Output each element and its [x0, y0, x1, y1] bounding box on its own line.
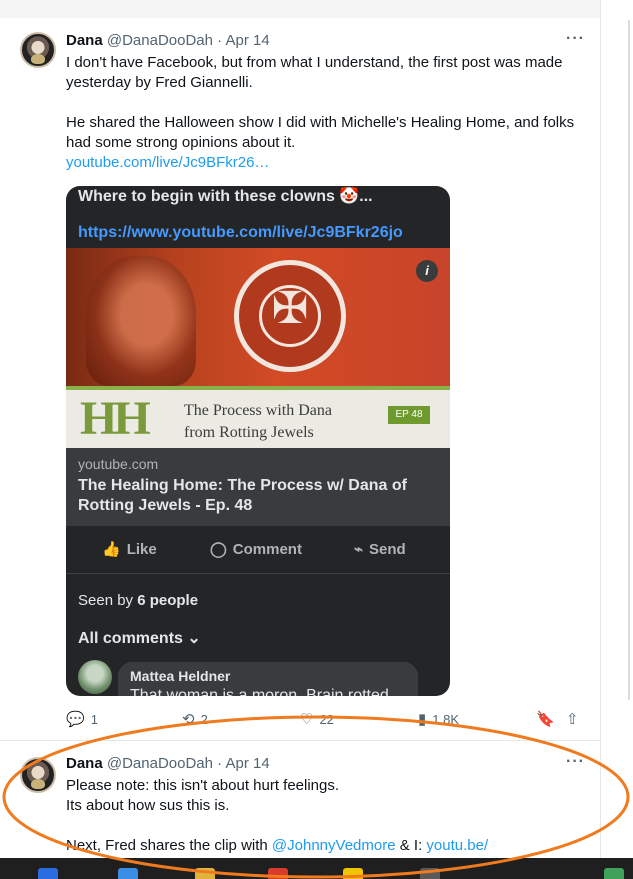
episode-badge: EP 48 [388, 406, 430, 424]
like-button[interactable]: ♡ 22 [300, 710, 334, 728]
fb-post-link: https://www.youtube.com/live/Jc9BFkr26jo [78, 224, 403, 241]
info-icon: i [416, 260, 438, 282]
seen-prefix: Seen by [78, 592, 138, 609]
author-handle[interactable]: @DanaDooDah [107, 32, 213, 49]
views-button[interactable]: ▮ 1.8K [418, 710, 459, 728]
episode-banner-title: The Process with Dana from Rotting Jewel… [184, 400, 332, 444]
taskbar-app-icon[interactable] [118, 868, 138, 879]
reply-button[interactable]: 💬 1 [66, 710, 98, 728]
commenter-name: Mattea Heldner [130, 668, 231, 684]
fb-post-caption: Where to begin with these clowns 🤡... [78, 188, 373, 205]
link-domain: youtube.com [78, 456, 159, 472]
fb-like-button: 👍 Like [102, 540, 157, 558]
fb-comment: Mattea Heldner That woman is a moron. Br… [118, 662, 418, 696]
thumbnail-banner: HH The Process with Dana from Rotting Je… [66, 386, 450, 448]
bookmark-button[interactable]: 🔖 [536, 710, 561, 728]
link-preview-meta: youtube.com The Healing Home: The Proces… [66, 448, 450, 526]
tweet-link[interactable]: youtube.com/live/Jc9BFkr26… [66, 153, 586, 173]
comment-text: That woman is a moron. Brain rotted befo… [130, 687, 389, 696]
tweet-text: I don't have Facebook, but from what I u… [66, 53, 586, 173]
tweet-line: Please note: this isn't about hurt feeli… [66, 777, 340, 794]
banner-line: The Process with Dana [184, 402, 332, 419]
banner-line: from Rotting Jewels [184, 424, 314, 441]
thumbnail-face [86, 256, 196, 386]
taskbar-app-icon[interactable] [38, 868, 58, 879]
like-count: 22 [319, 712, 334, 727]
taskbar-app-icon[interactable] [420, 868, 440, 879]
heart-icon: ♡ [300, 711, 314, 728]
tweet-line: Its about how sus this is. [66, 797, 230, 814]
fb-like-label: Like [126, 541, 157, 558]
taskbar-app-icon[interactable] [268, 868, 288, 879]
tweet-date[interactable]: · Apr 14 [217, 32, 270, 49]
taskbar-app-icon[interactable] [195, 868, 215, 879]
os-taskbar [0, 858, 633, 879]
embedded-image[interactable]: Where to begin with these clowns 🤡... ht… [66, 186, 450, 696]
fb-send-label: Send [369, 541, 406, 558]
messenger-icon: ⌁ [354, 541, 364, 558]
avatar[interactable] [20, 32, 56, 68]
scrollbar-track[interactable] [628, 20, 630, 700]
repost-count: 2 [200, 712, 208, 727]
link-title: The Healing Home: The Process w/ Dana of… [78, 477, 407, 514]
avatar[interactable] [20, 757, 56, 793]
repost-icon: ⟲ [182, 711, 195, 728]
tweet[interactable]: Dana @DanaDooDah · Apr 14 ··· Please not… [0, 740, 600, 858]
mention-link[interactable]: @JohnnyVedmore [272, 837, 396, 854]
taskbar-app-icon[interactable] [343, 868, 363, 879]
fb-comment-button: ◯ Comment [210, 540, 302, 558]
tweet-header: Dana @DanaDooDah · Apr 14 [66, 755, 270, 773]
tweet[interactable]: Dana @DanaDooDah · Apr 14 ··· I don't ha… [0, 18, 600, 738]
tweet-paragraph: I don't have Facebook, but from what I u… [66, 54, 563, 91]
tweet-text-fragment: & I: [395, 837, 427, 854]
bookmark-icon: 🔖 [536, 711, 555, 728]
author-name[interactable]: Dana [66, 755, 103, 772]
seen-count: 6 people [137, 592, 199, 609]
tweet-text: Please note: this isn't about hurt feeli… [66, 776, 586, 856]
commenter-avatar [78, 660, 112, 694]
repost-button[interactable]: ⟲ 2 [182, 710, 208, 728]
tweet-text-fragment: Next, Fred shares the clip with [66, 837, 272, 854]
tweet-header: Dana @DanaDooDah · Apr 14 [66, 32, 270, 50]
fb-comment-label: Comment [232, 541, 302, 558]
previous-post-edge [0, 0, 600, 18]
tweet-link[interactable]: youtu.be/ [426, 837, 488, 854]
thumbs-up-icon: 👍 [102, 541, 121, 558]
author-name[interactable]: Dana [66, 32, 103, 49]
fb-action-bar: 👍 Like ◯ Comment ⌁ Send [66, 526, 450, 574]
healing-home-logo: HH [80, 392, 151, 445]
reply-icon: 💬 [66, 711, 85, 728]
views-count: 1.8K [432, 712, 460, 727]
taskbar-app-icon[interactable] [604, 868, 624, 879]
tweet-paragraph: He shared the Halloween show I did with … [66, 114, 575, 151]
video-thumbnail: ✠ i [66, 248, 450, 386]
tweet-date[interactable]: · Apr 14 [217, 755, 270, 772]
fb-send-button: ⌁ Send [354, 540, 406, 558]
more-options-icon[interactable]: ··· [566, 30, 585, 48]
all-comments-label: All comments ⌄ [78, 630, 201, 647]
author-handle[interactable]: @DanaDooDah [107, 755, 213, 772]
share-button[interactable]: ⇧ [566, 710, 585, 728]
comment-bubble-icon: ◯ [210, 541, 227, 558]
tweet-line: Next, Fred shares the clip with @JohnnyV… [66, 836, 586, 856]
views-icon: ▮ [418, 711, 427, 728]
seen-by: Seen by 6 people [78, 592, 198, 609]
more-options-icon[interactable]: ··· [566, 753, 585, 771]
process-church-seal-icon: ✠ [234, 260, 346, 372]
share-icon: ⇧ [566, 711, 579, 728]
reply-count: 1 [90, 712, 98, 727]
